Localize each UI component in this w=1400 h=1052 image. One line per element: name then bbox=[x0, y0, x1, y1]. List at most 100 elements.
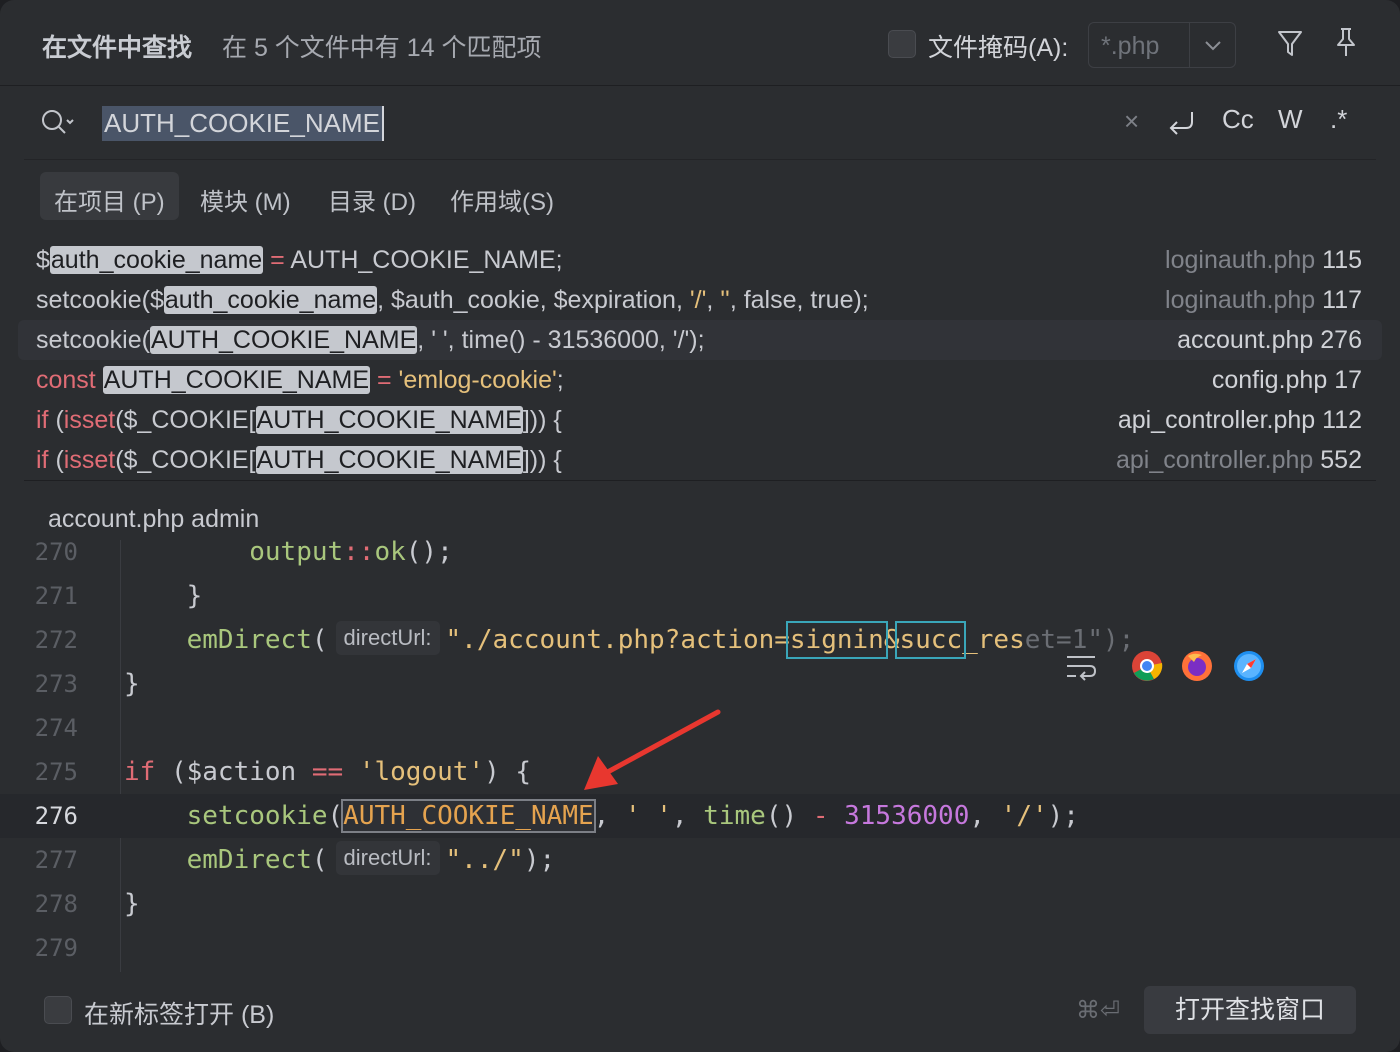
search-input[interactable]: AUTH_COOKIE_NAME bbox=[102, 106, 384, 141]
line-number: 278 bbox=[34, 890, 78, 918]
line-source: } bbox=[124, 669, 140, 699]
file-name: api_controller.php bbox=[1115, 446, 1314, 474]
code-line: 270 output::ok(); bbox=[0, 540, 1400, 574]
line-number: 276 bbox=[1320, 326, 1362, 354]
preview-path: account.php admin bbox=[48, 505, 260, 533]
result-code: if (isset($_COOKIE[AUTH_COOKIE_NAME])) { bbox=[36, 400, 562, 440]
chrome-icon[interactable] bbox=[1130, 648, 1164, 689]
line-source: emDirect(directUrl: "../"); bbox=[124, 838, 555, 882]
line-number: 17 bbox=[1334, 366, 1362, 394]
match-highlight: auth_cookie_name bbox=[49, 246, 264, 274]
file-mask-checkbox[interactable] bbox=[888, 30, 916, 58]
file-mask-label: 文件掩码(A): bbox=[928, 34, 1069, 62]
code-line: 279 bbox=[0, 926, 1400, 970]
dialog-title: 在文件中查找 bbox=[42, 34, 193, 62]
clear-icon[interactable]: × bbox=[1124, 106, 1139, 137]
code-text: if (isset($_COOKIE[ bbox=[36, 446, 256, 474]
code-text: setcookie( bbox=[36, 326, 150, 354]
result-row[interactable]: if (isset($_COOKIE[AUTH_COOKIE_NAME])) {… bbox=[18, 440, 1382, 474]
result-row-selected[interactable]: setcookie(AUTH_COOKIE_NAME, ' ', time() … bbox=[18, 320, 1382, 360]
line-number: 276 bbox=[34, 802, 78, 830]
regex-toggle[interactable]: .* bbox=[1330, 104, 1347, 135]
code-text: , ' ', time() - 31536000, '/'); bbox=[417, 326, 705, 354]
shortcut-hint: ⌘⏎ bbox=[1076, 997, 1121, 1024]
select-divider bbox=[1189, 23, 1190, 67]
result-code: $auth_cookie_name = AUTH_COOKIE_NAME; bbox=[36, 240, 563, 280]
result-file: config.php 17 bbox=[1212, 360, 1362, 400]
match-highlight: AUTH_COOKIE_NAME bbox=[102, 366, 371, 394]
code-text: ])) { bbox=[522, 406, 562, 434]
result-row[interactable]: setcookie($auth_cookie_name, $auth_cooki… bbox=[18, 280, 1382, 320]
file-name: loginauth.php bbox=[1165, 286, 1316, 314]
file-mask-select[interactable]: *.php bbox=[1088, 22, 1236, 68]
code-text: const bbox=[36, 366, 103, 394]
result-file: api_controller.php 552 bbox=[1116, 440, 1362, 474]
file-name: config.php bbox=[1211, 366, 1328, 394]
search-match: AUTH_COOKIE_NAME bbox=[341, 799, 596, 833]
line-number: 112 bbox=[1322, 406, 1362, 434]
code-line: 275 if ($action == 'logout') { bbox=[0, 750, 1400, 794]
code-line: 271 } bbox=[0, 574, 1400, 618]
filter-icon[interactable] bbox=[1276, 28, 1304, 63]
new-tab-label: 在新标签打开 (B) bbox=[84, 1001, 275, 1029]
pin-icon[interactable] bbox=[1332, 26, 1360, 63]
code-text: , $auth_cookie, $expiration, '/', '', fa… bbox=[377, 286, 869, 314]
result-code: setcookie(AUTH_COOKIE_NAME, ' ', time() … bbox=[36, 320, 705, 360]
match-highlight: AUTH_COOKIE_NAME bbox=[255, 446, 523, 474]
find-in-files-dialog: 在文件中查找 在 5 个文件中有 14 个匹配项 文件掩码(A): *.php … bbox=[0, 0, 1400, 1052]
search-icon[interactable] bbox=[40, 108, 76, 143]
chevron-down-icon[interactable] bbox=[1203, 31, 1223, 65]
tab-project[interactable]: 在项目 (P) bbox=[40, 172, 179, 220]
match-highlight: AUTH_COOKIE_NAME bbox=[255, 406, 523, 434]
tab-directory[interactable]: 目录 (D) bbox=[314, 172, 430, 220]
result-row[interactable]: const AUTH_COOKIE_NAME = 'emlog-cookie';… bbox=[18, 360, 1382, 400]
safari-icon[interactable] bbox=[1232, 648, 1266, 689]
line-source: if ($action == 'logout') { bbox=[124, 757, 532, 787]
file-name: account.php bbox=[1177, 326, 1314, 354]
match-case-toggle[interactable]: Cc bbox=[1222, 104, 1254, 135]
newline-icon[interactable] bbox=[1166, 108, 1196, 143]
code-text: = AUTH_COOKIE_NAME; bbox=[263, 246, 563, 274]
line-number: 117 bbox=[1322, 286, 1362, 314]
line-number: 274 bbox=[34, 714, 78, 742]
soft-wrap-icon[interactable] bbox=[1064, 648, 1098, 689]
code-preview[interactable]: 270 output::ok(); 271 } 272 emDirect(dir… bbox=[0, 540, 1400, 972]
code-text: if (isset($_COOKIE[ bbox=[36, 406, 256, 434]
result-row[interactable]: $auth_cookie_name = AUTH_COOKIE_NAME; lo… bbox=[18, 240, 1382, 280]
result-code: setcookie($auth_cookie_name, $auth_cooki… bbox=[36, 280, 869, 320]
line-number: 279 bbox=[34, 934, 78, 962]
line-number: 552 bbox=[1320, 446, 1362, 474]
firefox-icon[interactable] bbox=[1180, 648, 1214, 689]
code-text: $ bbox=[36, 246, 50, 274]
line-source: emDirect(directUrl: "./account.php?action… bbox=[124, 618, 1134, 662]
result-file: loginauth.php 117 bbox=[1165, 280, 1362, 320]
line-number: 275 bbox=[34, 758, 78, 786]
file-name: loginauth.php bbox=[1165, 246, 1316, 274]
result-row[interactable]: if (isset($_COOKIE[AUTH_COOKIE_NAME])) {… bbox=[18, 400, 1382, 440]
line-source: } bbox=[124, 581, 203, 611]
open-find-window-button[interactable]: 打开查找窗口 bbox=[1144, 986, 1356, 1034]
code-text: = 'emlog-cookie'; bbox=[370, 366, 564, 394]
result-file: loginauth.php 115 bbox=[1165, 240, 1362, 280]
tab-scope[interactable]: 作用域(S) bbox=[436, 172, 568, 220]
result-code: const AUTH_COOKIE_NAME = 'emlog-cookie'; bbox=[36, 360, 564, 400]
line-source: setcookie(AUTH_COOKIE_NAME, ' ', time() … bbox=[186, 799, 1079, 833]
whole-words-toggle[interactable]: W bbox=[1278, 104, 1303, 135]
param-hint: directUrl: bbox=[335, 841, 440, 875]
code-text: setcookie($ bbox=[36, 286, 164, 314]
match-highlight: AUTH_COOKIE_NAME bbox=[149, 326, 418, 354]
file-name: api_controller.php bbox=[1117, 406, 1316, 434]
code-line-current: 276 setcookie(AUTH_COOKIE_NAME, ' ', tim… bbox=[0, 794, 1400, 838]
result-file: api_controller.php 112 bbox=[1118, 400, 1362, 440]
search-row: AUTH_COOKIE_NAME × Cc W .* bbox=[24, 86, 1376, 160]
results-list: $auth_cookie_name = AUTH_COOKIE_NAME; lo… bbox=[18, 240, 1382, 474]
file-mask-value: *.php bbox=[1101, 32, 1160, 60]
new-tab-checkbox[interactable] bbox=[44, 996, 72, 1024]
line-number: 273 bbox=[34, 670, 78, 698]
match-highlight: auth_cookie_name bbox=[163, 286, 378, 314]
line-number: 277 bbox=[34, 846, 78, 874]
line-number: 271 bbox=[34, 582, 78, 610]
match-count: 在 5 个文件中有 14 个匹配项 bbox=[222, 34, 542, 62]
tab-module[interactable]: 模块 (M) bbox=[186, 172, 305, 220]
param-hint: directUrl: bbox=[335, 621, 440, 655]
